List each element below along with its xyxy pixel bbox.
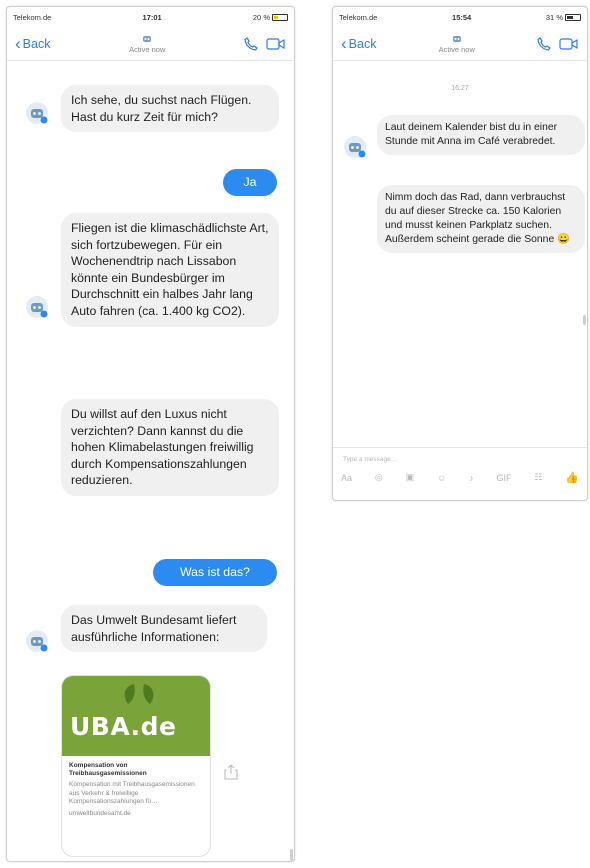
bot-avatar-icon (26, 102, 48, 124)
gallery-icon[interactable]: ▣ (406, 472, 415, 483)
share-icon[interactable] (224, 764, 238, 780)
back-button[interactable]: ‹ Back (341, 35, 376, 52)
like-icon[interactable]: 👍 (565, 471, 579, 484)
video-call-icon[interactable] (559, 37, 579, 51)
incoming-message: Nimm doch das Rad, dann verbrauchst du a… (377, 185, 585, 253)
bot-icon (452, 36, 461, 42)
link-description: Kompensation mit Treibhausgasemissionen … (69, 781, 195, 805)
camera-icon[interactable]: ◎ (375, 472, 383, 483)
chevron-left-icon: ‹ (15, 34, 21, 53)
right-phone-screen: Telekom.de 15:54 31 % ‹ Back Active now … (332, 6, 588, 501)
video-call-icon[interactable] (266, 37, 286, 51)
phone-call-icon[interactable] (244, 36, 258, 51)
carrier-label: Telekom.de (13, 12, 52, 22)
clock: 15:54 (452, 12, 472, 22)
outgoing-message: Ja (223, 169, 277, 196)
active-status: Active now (129, 45, 166, 54)
emoji-icon[interactable]: ☺ (437, 473, 446, 483)
chevron-left-icon: ‹ (341, 34, 347, 53)
chat-header: ‹ Back Active now (7, 27, 294, 61)
bot-avatar-icon (26, 630, 48, 652)
message-composer: Type a message… Aa ◎ ▣ ☺ ♪ GIF ☷ 👍 (333, 447, 587, 486)
message-timestamp: 16:27 (451, 85, 469, 92)
active-status: Active now (438, 45, 475, 54)
incoming-message: Laut deinem Kalender bist du in einer St… (377, 115, 585, 155)
bot-icon (143, 36, 152, 42)
sticker-icon[interactable]: ☷ (534, 472, 542, 483)
incoming-message: Ich sehe, du suchst nach Flügen. Hast du… (61, 85, 279, 133)
back-button[interactable]: ‹ Back (15, 35, 50, 52)
contact-header[interactable]: Active now (439, 33, 475, 54)
carrier-label: Telekom.de (339, 12, 378, 22)
link-preview-image: UBA.de (62, 676, 210, 756)
bot-avatar-icon (344, 136, 366, 158)
chat-header: ‹ Back Active now (333, 27, 587, 61)
status-bar: Telekom.de 17:01 20 % (7, 7, 294, 27)
clock: 17:01 (142, 12, 162, 22)
microphone-icon[interactable]: ♪ (469, 473, 474, 483)
link-url: umweltbundesamt.de (69, 810, 131, 818)
leaves-icon (124, 684, 154, 704)
link-title: Kompensation von Treibhausgasemissionen (69, 762, 147, 778)
link-preview-card[interactable]: UBA.de Kompensation von Treibhausgasemis… (61, 675, 211, 857)
left-phone-screen: Telekom.de 17:01 20 % ‹ Back Active now … (6, 6, 295, 862)
status-bar: Telekom.de 15:54 31 % (333, 7, 587, 27)
gif-button[interactable]: GIF (496, 473, 511, 483)
scrollbar[interactable] (290, 849, 293, 861)
bot-avatar-icon (26, 296, 48, 318)
composer-toolbar: Aa ◎ ▣ ☺ ♪ GIF ☷ 👍 (333, 469, 587, 486)
incoming-message: Du willst auf den Luxus nicht verzichten… (61, 399, 279, 496)
phone-call-icon[interactable] (537, 36, 551, 51)
text-format-button[interactable]: Aa (341, 473, 352, 483)
battery-icon (272, 14, 288, 22)
incoming-message: Das Umwelt Bundesamt liefert ausführlich… (61, 605, 267, 653)
uba-logo: UBA.de (70, 712, 177, 741)
contact-header[interactable]: Active now (129, 33, 165, 54)
incoming-message: Fliegen ist die klimaschädlichste Art, s… (61, 213, 279, 327)
battery-indicator: 20 % (253, 13, 288, 22)
battery-indicator: 31 % (546, 13, 581, 22)
back-label: Back (348, 36, 377, 51)
back-label: Back (22, 36, 51, 51)
scrollbar[interactable] (583, 315, 586, 325)
battery-icon (565, 14, 581, 22)
message-input[interactable]: Type a message… (333, 448, 587, 469)
outgoing-message: Was ist das? (153, 559, 277, 586)
